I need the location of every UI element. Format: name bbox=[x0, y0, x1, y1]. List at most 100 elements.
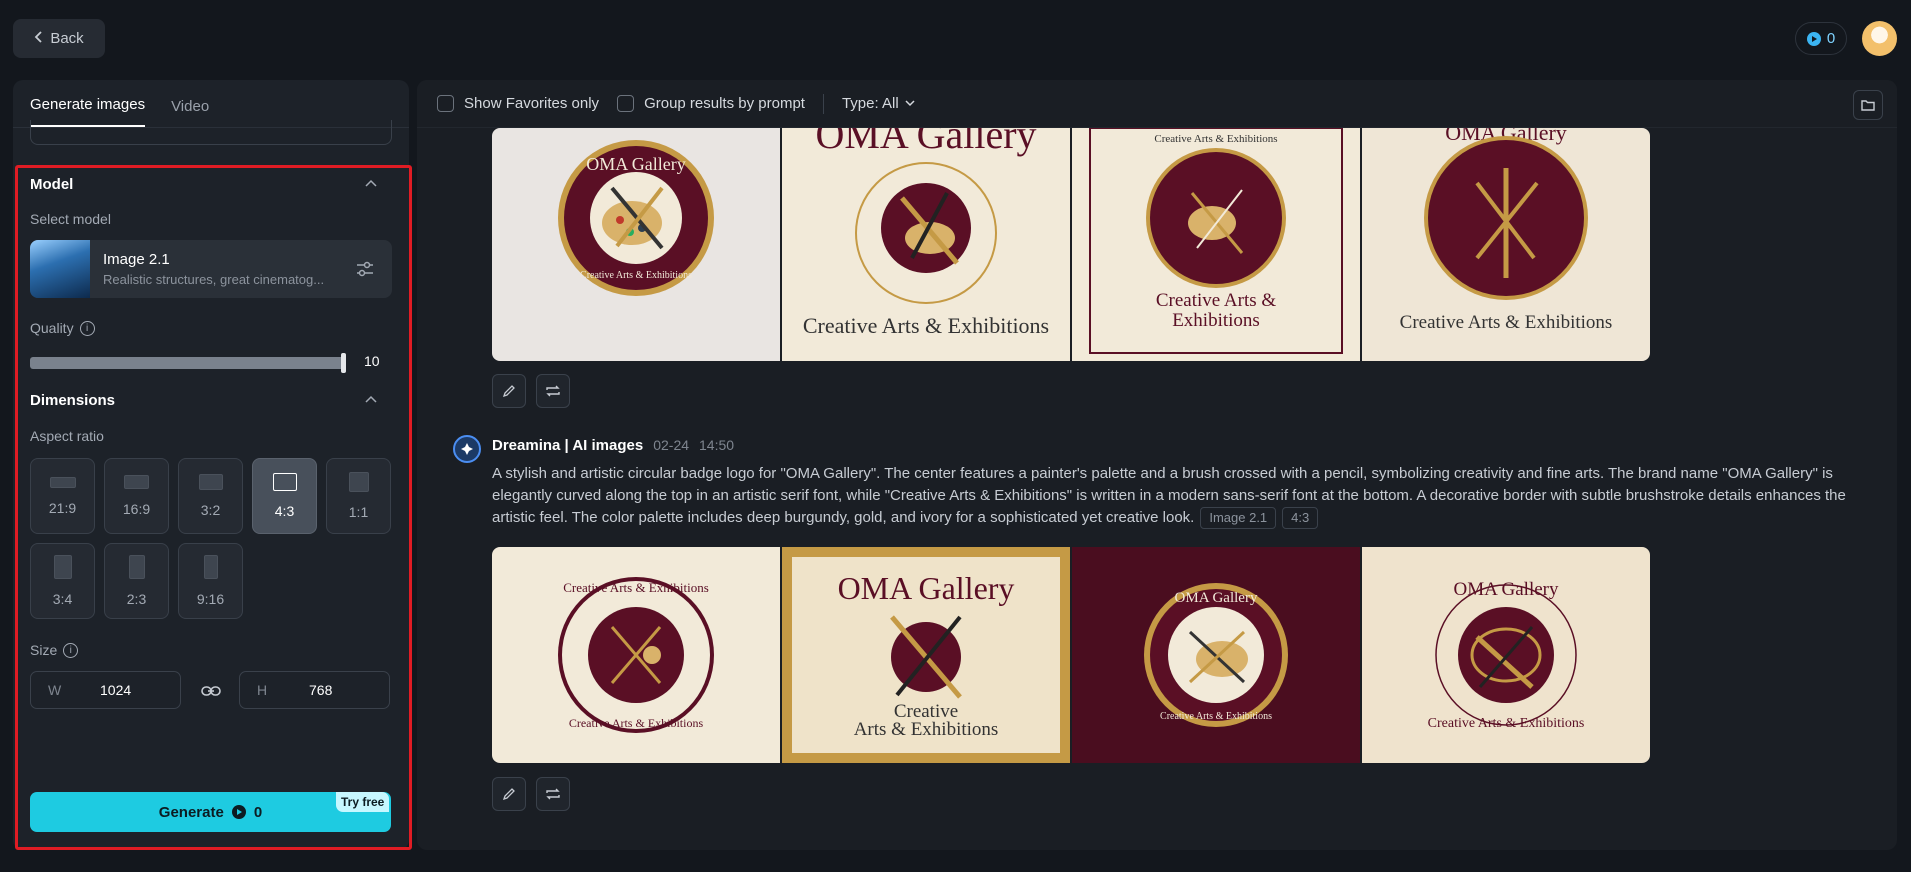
aspect-ratio-label: Aspect ratio bbox=[30, 428, 104, 444]
ratio-chip: 4:3 bbox=[1282, 507, 1319, 529]
aspect-ratio-21-9[interactable]: 21:9 bbox=[30, 458, 95, 534]
folder-button[interactable] bbox=[1853, 90, 1883, 120]
regenerate-button[interactable] bbox=[536, 777, 570, 811]
model-chip: Image 2.1 bbox=[1200, 507, 1277, 529]
info-icon[interactable]: i bbox=[63, 642, 79, 658]
model-thumbnail bbox=[30, 240, 90, 298]
info-icon[interactable]: i bbox=[79, 320, 95, 336]
tagline-text: Creative Arts & Exhibitions bbox=[563, 580, 709, 595]
sliders-icon[interactable] bbox=[354, 258, 376, 280]
ratio-shape bbox=[49, 476, 76, 488]
ratio-label: 21:9 bbox=[48, 499, 77, 516]
aspect-ratio-16-9[interactable]: 16:9 bbox=[104, 458, 169, 534]
size-label: Size i bbox=[30, 642, 79, 658]
pencil-icon bbox=[502, 788, 515, 801]
divider bbox=[822, 93, 824, 114]
aspect-ratio-9-16[interactable]: 9:16 bbox=[178, 543, 243, 619]
generated-image[interactable]: Creative Arts & Exhibitions Creative Art… bbox=[1072, 128, 1360, 361]
quality-slider-handle[interactable] bbox=[341, 353, 346, 373]
tagline-line1: Creative Arts & bbox=[1156, 290, 1277, 311]
results-toolbar: Show Favorites only Group results by pro… bbox=[417, 80, 1897, 128]
generated-image[interactable]: OMA Gallery Creative Arts & Exhibitions bbox=[782, 128, 1070, 361]
result-date: 02-24 bbox=[653, 437, 690, 453]
aspect-ratio-4-3[interactable]: 4:3 bbox=[252, 458, 317, 534]
results-panel: Show Favorites only Group results by pro… bbox=[417, 80, 1897, 850]
author-name: Dreamina | AI images bbox=[492, 437, 644, 454]
brand-text: OMA Gallery bbox=[1175, 590, 1258, 606]
try-free-badge: Try free bbox=[336, 792, 390, 812]
pencil-icon bbox=[502, 385, 515, 398]
generated-image[interactable]: Creative Arts & Exhibitions Creative Art… bbox=[492, 547, 780, 763]
back-button[interactable]: Back bbox=[13, 19, 105, 58]
checkbox[interactable] bbox=[437, 95, 454, 112]
aspect-ratio-2-3[interactable]: 2:3 bbox=[104, 543, 169, 619]
credit-coin-icon bbox=[1806, 31, 1821, 46]
ratio-shape bbox=[348, 472, 369, 492]
generate-cost: 0 bbox=[253, 803, 263, 821]
generated-image[interactable]: OMA Gallery Creative Arts & Exhibitions bbox=[492, 128, 780, 361]
user-avatar[interactable] bbox=[1862, 21, 1897, 56]
chevron-up-icon[interactable] bbox=[365, 179, 377, 187]
credits-badge[interactable]: 0 bbox=[1795, 22, 1847, 55]
result-time: 14:50 bbox=[699, 437, 735, 453]
edit-button[interactable] bbox=[492, 777, 526, 811]
model-description: Realistic structures, great cinematog... bbox=[103, 272, 325, 287]
height-value: 768 bbox=[309, 682, 333, 698]
ratio-label: 3:2 bbox=[200, 502, 221, 518]
result-meta: Dreamina | AI images 02-24 14:50 bbox=[492, 437, 734, 454]
dreamina-logo-icon bbox=[453, 435, 481, 463]
model-name: Image 2.1 bbox=[103, 251, 170, 268]
model-selector[interactable]: Image 2.1 Realistic structures, great ci… bbox=[30, 240, 392, 298]
aspect-ratio-3-4[interactable]: 3:4 bbox=[30, 543, 95, 619]
ratio-label: 1:1 bbox=[348, 504, 369, 520]
brand-text: OMA Gallery bbox=[838, 570, 1015, 606]
image-row-1: OMA Gallery Creative Arts & Exhibitions … bbox=[492, 128, 1650, 361]
generated-image[interactable]: OMA Gallery Creative Arts & Exhibitions bbox=[1072, 547, 1360, 763]
repeat-icon bbox=[546, 788, 560, 800]
quality-label: Quality i bbox=[30, 320, 95, 336]
ratio-label: 2:3 bbox=[126, 591, 147, 607]
aspect-ratio-3-2[interactable]: 3:2 bbox=[178, 458, 243, 534]
ratio-label: 4:3 bbox=[274, 503, 295, 519]
model-section-title: Model bbox=[30, 176, 74, 193]
select-model-label: Select model bbox=[30, 211, 111, 227]
credit-coin-icon bbox=[231, 805, 246, 819]
height-field[interactable]: H 768 bbox=[239, 671, 390, 709]
type-filter-dropdown[interactable]: Type: All bbox=[842, 95, 915, 112]
chevron-down-icon bbox=[905, 100, 915, 107]
generated-image[interactable]: OMA Gallery Creative Arts & Exhibitions bbox=[1362, 547, 1650, 763]
favorites-toggle[interactable]: Show Favorites only bbox=[437, 95, 599, 112]
dimensions-section-title: Dimensions bbox=[30, 392, 116, 409]
generated-image[interactable]: OMA Gallery Creative Arts & Exhibitions bbox=[1362, 128, 1650, 361]
edit-button[interactable] bbox=[492, 374, 526, 408]
ratio-shape bbox=[53, 555, 72, 579]
prompt-input-edge[interactable] bbox=[30, 120, 392, 145]
image-row-2: Creative Arts & Exhibitions Creative Art… bbox=[492, 547, 1650, 763]
favorites-label: Show Favorites only bbox=[464, 95, 600, 112]
quality-value: 10 bbox=[364, 353, 380, 369]
ratio-label: 9:16 bbox=[196, 591, 225, 607]
link-icon[interactable] bbox=[200, 680, 222, 702]
tagline-text: Creative Arts & Exhibitions bbox=[580, 270, 692, 281]
ratio-shape bbox=[128, 555, 145, 579]
generate-label: Generate bbox=[158, 803, 224, 821]
width-field[interactable]: W 1024 bbox=[30, 671, 181, 709]
tagline-text: Creative Arts & Exhibitions bbox=[803, 313, 1049, 338]
aspect-ratio-1-1[interactable]: 1:1 bbox=[326, 458, 391, 534]
ratio-shape bbox=[272, 473, 297, 491]
folder-icon bbox=[1861, 100, 1875, 111]
prompt-body: A stylish and artistic circular badge lo… bbox=[492, 465, 1846, 526]
width-prefix: W bbox=[48, 682, 62, 698]
height-prefix: H bbox=[257, 682, 268, 698]
quality-slider-track[interactable] bbox=[30, 357, 346, 369]
brand-text: OMA Gallery bbox=[586, 154, 685, 174]
regenerate-button[interactable] bbox=[536, 374, 570, 408]
generated-image[interactable]: OMA Gallery Creative Arts & Exhibitions bbox=[782, 547, 1070, 763]
chevron-up-icon[interactable] bbox=[365, 395, 377, 403]
group-label: Group results by prompt bbox=[644, 95, 805, 112]
tagline-line2: Exhibitions bbox=[1172, 310, 1260, 331]
ratio-shape bbox=[203, 555, 218, 579]
group-by-prompt-toggle[interactable]: Group results by prompt bbox=[617, 95, 805, 112]
checkbox[interactable] bbox=[617, 95, 635, 112]
prompt-text[interactable]: A stylish and artistic circular badge lo… bbox=[492, 463, 1887, 529]
